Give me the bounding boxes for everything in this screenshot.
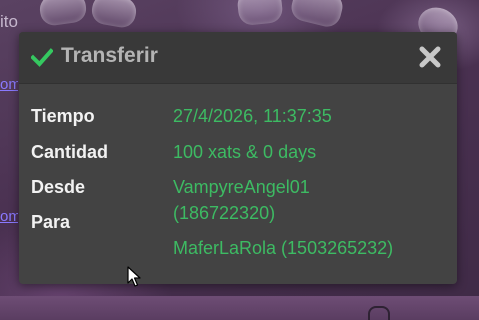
mouse-pointer-icon xyxy=(127,266,141,287)
from-user-id: (186722320) xyxy=(173,203,276,223)
background-partial-text: ito xyxy=(0,12,18,31)
amount-value: 100 xats & 0 days xyxy=(173,142,317,162)
background-link[interactable]: om xyxy=(0,76,18,91)
transfer-dialog: Transferir Tiempo 27/4/2026, 11:37:35 Ca… xyxy=(19,32,457,284)
background-icon xyxy=(368,306,390,320)
time-label: Tiempo xyxy=(31,106,95,126)
dialog-header: Transferir xyxy=(19,32,457,84)
from-value: VampyreAngel01 (186722320) xyxy=(173,174,310,226)
time-value: 27/4/2026, 11:37:35 xyxy=(173,106,332,126)
background-bottom-bar xyxy=(0,296,479,320)
from-username: VampyreAngel01 xyxy=(173,177,310,197)
to-value: MaferLaRola (1503265232) xyxy=(173,238,394,258)
background-link[interactable]: om xyxy=(0,208,18,223)
check-icon xyxy=(31,48,53,67)
dialog-title: Transferir xyxy=(61,44,158,67)
close-icon[interactable] xyxy=(419,46,441,68)
amount-label: Cantidad xyxy=(31,142,109,162)
from-label: Desde xyxy=(31,177,86,197)
to-label: Para xyxy=(31,212,71,232)
